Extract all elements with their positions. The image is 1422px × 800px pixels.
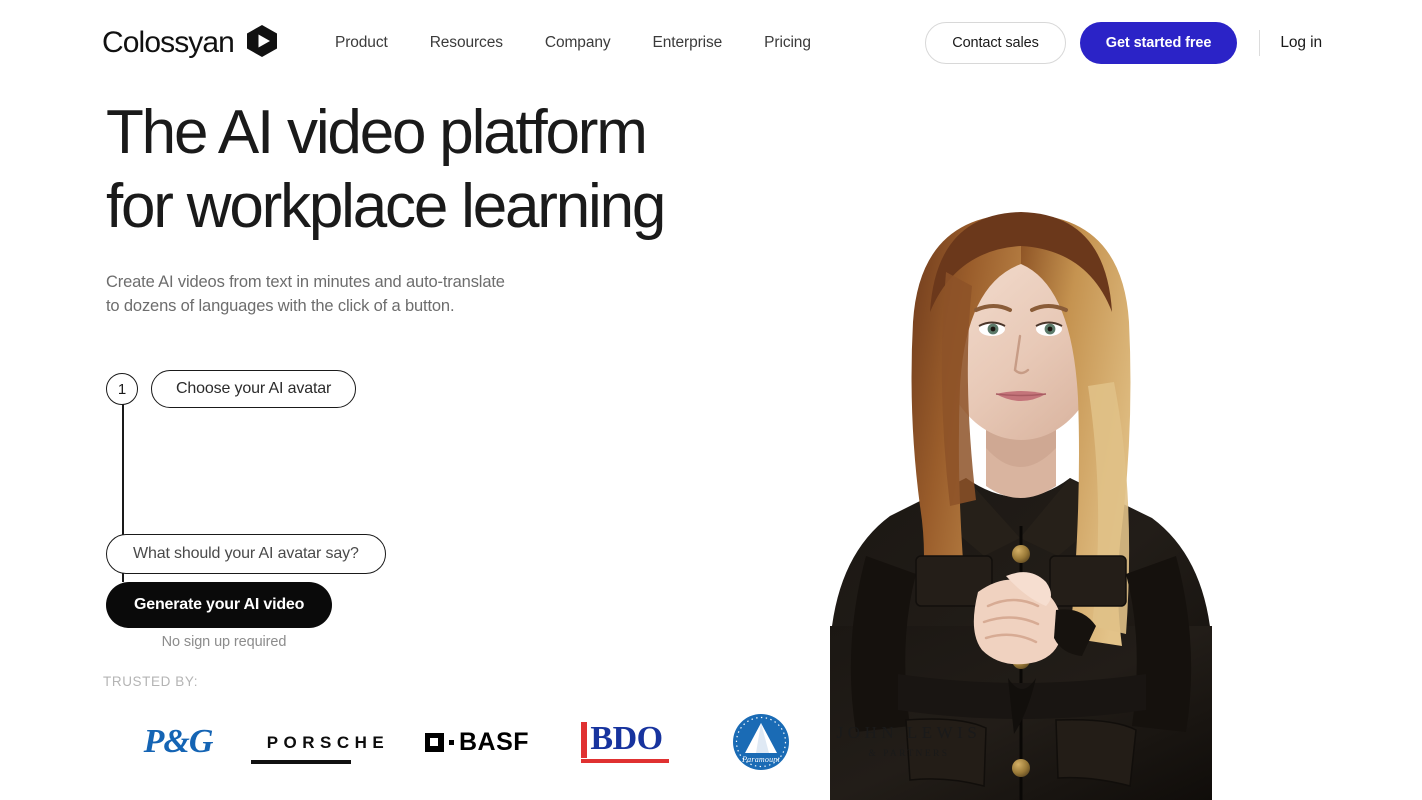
main-nav: Product Resources Company Enterprise Pri… — [314, 26, 832, 60]
get-started-free-button[interactable]: Get started free — [1079, 22, 1238, 64]
bdo-red-bar-icon — [581, 721, 588, 758]
nav-item-resources[interactable]: Resources — [409, 26, 524, 60]
pg-logo: P&G — [143, 723, 214, 760]
porsche-logo: PORSCHE — [266, 732, 390, 752]
bdo-logo: BDO — [551, 721, 693, 763]
trusted-by-label: TRUSTED BY: — [103, 674, 199, 689]
brand-logo[interactable]: Colossyan — [102, 23, 280, 64]
no-signup-note: No sign up required — [161, 634, 287, 650]
bdo-red-underline-icon — [581, 759, 670, 763]
paramount-mountain-icon: Paramount — [732, 713, 790, 771]
nav-item-product[interactable]: Product — [314, 26, 409, 60]
trusted-by-section: TRUSTED BY: P&G PORSCHE BASF BDO Paramou… — [103, 674, 989, 771]
header-divider — [1259, 30, 1261, 56]
brand-wordmark: Colossyan — [102, 26, 235, 59]
nav-item-enterprise[interactable]: Enterprise — [632, 26, 744, 60]
nav-item-pricing[interactable]: Pricing — [743, 26, 832, 60]
login-link[interactable]: Log in — [1280, 34, 1322, 52]
john-lewis-logo: JOHN LEWIS & PARTNERS — [836, 723, 982, 760]
site-header: Colossyan Product Resources Company Ente… — [0, 0, 1422, 86]
basf-square-icon — [424, 732, 444, 752]
step-one-row: 1 Choose your AI avatar — [106, 370, 357, 408]
client-logo-row: P&G PORSCHE BASF BDO Paramount JOHN LEWI… — [103, 713, 989, 771]
paramount-logo: Paramount — [693, 713, 829, 771]
hexagon-play-icon — [244, 23, 280, 64]
basf-dot-icon — [448, 739, 454, 745]
page-title: The AI video platform for workplace lear… — [106, 98, 666, 241]
landing-page: Colossyan Product Resources Company Ente… — [0, 0, 1422, 800]
script-input[interactable]: What should your AI avatar say? — [106, 534, 386, 574]
nav-item-company[interactable]: Company — [524, 26, 632, 60]
header-actions: Contact sales Get started free Log in — [925, 22, 1322, 64]
video-generator-widget: 1 Choose your AI avatar What should your… — [106, 370, 526, 764]
basf-logo: BASF — [403, 729, 551, 755]
hero-subtitle: Create AI videos from text in minutes an… — [106, 273, 505, 315]
step-number-badge: 1 — [106, 373, 138, 405]
contact-sales-button[interactable]: Contact sales — [925, 22, 1066, 64]
choose-avatar-button[interactable]: Choose your AI avatar — [151, 370, 357, 408]
hero-section: The AI video platform for workplace lear… — [106, 96, 806, 764]
generate-video-button[interactable]: Generate your AI video — [106, 582, 333, 628]
